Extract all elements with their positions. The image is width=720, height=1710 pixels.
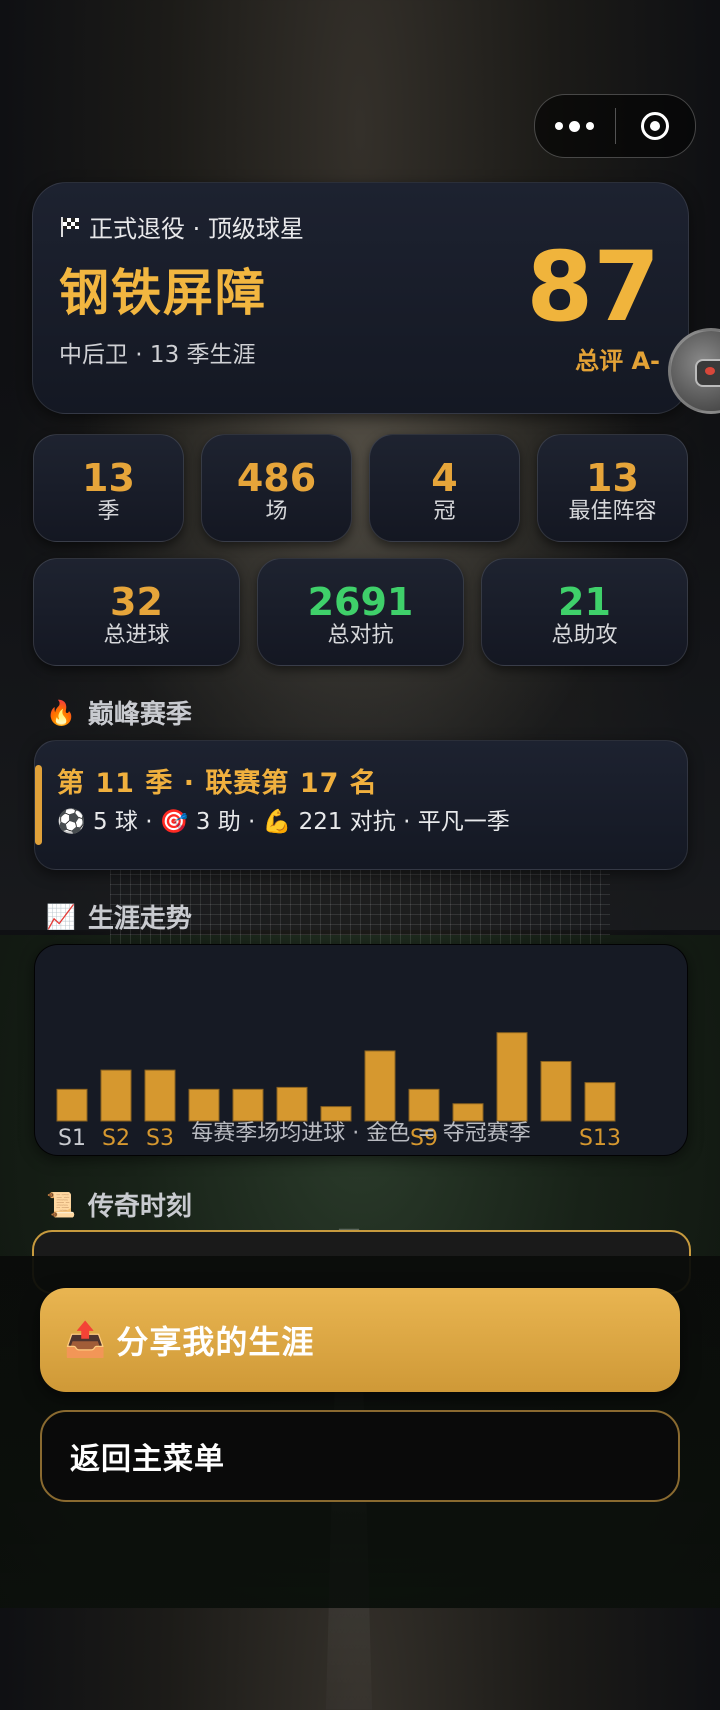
bar-S5 [232,1088,264,1122]
stat-tile-best-xi: 13 最佳阵容 [537,434,688,542]
stat-tile-seasons: 13 季 [33,434,184,542]
bar-chart-svg: S1 S2 S3 S9 S13每赛季场均进球 · 金色 = 夺冠赛季 [56,1032,621,1151]
player-position-career: 中后卫 · 13 季生涯 [59,342,256,368]
stat-label: 总助攻 [551,623,618,648]
bar-S6 [276,1086,308,1122]
more-dots-icon[interactable] [535,95,615,157]
checkered-flag-icon [61,216,79,237]
career-trend-heading: 📈 生涯走势 [46,898,192,935]
stat-tile-duels: 2691 总对抗 [257,558,464,666]
bar-S3 [144,1069,176,1122]
bar-S1 [56,1088,88,1122]
bar-S7 [320,1106,352,1122]
retirement-tag-text: 正式退役 · 顶级球星 [89,215,304,243]
stat-tile-titles: 4 冠 [369,434,520,542]
stat-tile-goals: 32 总进球 [33,558,240,666]
overall-grade: 总评 A- [575,347,660,375]
career-summary-card: 正式退役 · 顶级球星 钢铁屏障 中后卫 · 13 季生涯 87 总评 A- [32,182,689,414]
bar-S8 [364,1050,396,1122]
peak-season-card: 第 11 季 · 联赛第 17 名 ⚽ 5 球 · 🎯 3 助 · 💪 221 … [34,740,688,870]
chart-caption: 每赛季场均进球 · 金色 = 夺冠赛季 [191,1121,530,1146]
stat-value: 4 [431,456,458,500]
back-to-menu-label: 返回主菜单 [70,1442,225,1477]
miniprogram-capsule [534,94,696,158]
chart-up-icon: 📈 [46,902,76,931]
peak-season-stats: ⚽ 5 球 · 🎯 3 助 · 💪 221 对抗 · 平凡一季 [57,809,510,835]
scroll-icon: 📜 [46,1190,76,1219]
share-career-label: 分享我的生涯 [116,1323,315,1361]
stat-label: 季 [97,499,120,524]
tick-label-S1: S1 [58,1126,86,1151]
career-trend-heading-text: 生涯走势 [87,904,192,934]
stat-value: 32 [110,580,163,624]
peak-season-heading: 🔥 巅峰赛季 [46,694,192,731]
peak-season-heading-text: 巅峰赛季 [87,700,192,730]
stat-tile-assists: 21 总助攻 [481,558,688,666]
tick-label-S13: S13 [579,1126,621,1151]
overall-score: 87 [526,231,660,343]
stat-value: 21 [558,580,611,624]
fire-icon: 🔥 [46,698,76,727]
bar-S9 [408,1088,440,1122]
tick-label-S2: S2 [102,1126,130,1151]
stat-tile-matches: 486 场 [201,434,352,542]
stat-label: 最佳阵容 [568,499,657,524]
bar-S10 [452,1103,484,1122]
stat-label: 总进球 [103,623,170,648]
accent-bar [35,765,42,845]
share-career-button[interactable]: 📤 分享我的生涯 [40,1288,680,1392]
career-trend-chart: S1 S2 S3 S9 S13 每赛季场均进球 · 金色 = 夺冠赛季 [34,944,688,1156]
back-to-menu-button[interactable]: 返回主菜单 [40,1410,680,1502]
bar-S11 [496,1032,528,1122]
player-title: 钢铁屏障 [59,264,267,322]
stat-value: 486 [236,456,317,500]
stat-label: 冠 [433,499,456,524]
upload-tray-icon: 📤 [64,1320,107,1360]
peak-season-title: 第 11 季 · 联赛第 17 名 [57,768,378,799]
bar-S2 [100,1069,132,1122]
bar-S12 [540,1060,572,1122]
stat-label: 总对抗 [327,623,394,648]
stat-value: 2691 [307,580,414,624]
tick-label-S3: S3 [146,1126,174,1151]
legend-moments-heading-text: 传奇时刻 [87,1192,192,1222]
bar-S13 [584,1082,616,1122]
bar-S4 [188,1088,220,1122]
stat-value: 13 [586,456,639,500]
target-close-icon[interactable] [616,95,696,157]
stat-label: 场 [265,499,288,524]
retirement-tag: 正式退役 · 顶级球星 [59,209,304,244]
stat-value: 13 [82,456,135,500]
legend-moments-heading: 📜 传奇时刻 [46,1186,192,1223]
